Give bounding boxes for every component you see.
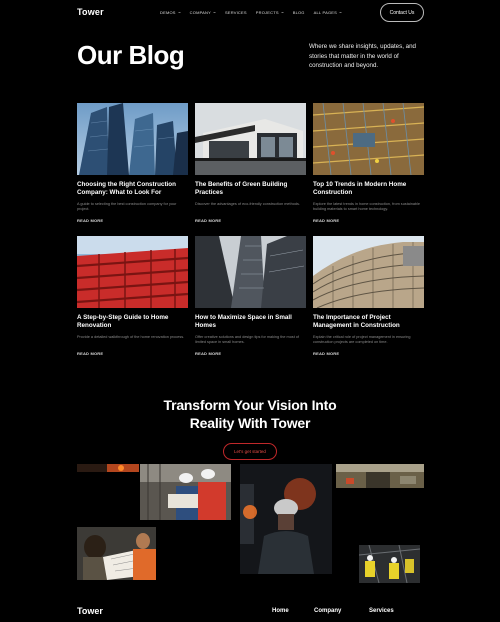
- get-started-button[interactable]: Let's get started: [223, 443, 277, 460]
- blog-card[interactable]: Choosing the Right Construction Company:…: [77, 103, 188, 223]
- post-image-construction-site-aerial[interactable]: [313, 103, 424, 175]
- brand-logo[interactable]: Tower: [77, 7, 104, 17]
- post-excerpt: A guide to selecting the best constructi…: [77, 202, 177, 211]
- contact-us-button[interactable]: Contact Us: [380, 3, 424, 22]
- gallery-image-welding-worker: [240, 464, 332, 574]
- chevron-down-icon: [339, 11, 342, 14]
- menu-label: ALL PAGES: [313, 10, 337, 15]
- hero-description: Where we share insights, updates, and st…: [309, 43, 416, 69]
- chevron-down-icon: [213, 11, 216, 14]
- menu-item-blog[interactable]: BLOG: [293, 10, 305, 15]
- gallery-image-engineers-reviewing-plans: [140, 464, 231, 520]
- gallery-image-architects-at-desk: [77, 527, 156, 580]
- top-navigation: Tower DEMOS COMPANY SERVICES PROJECTS BL…: [77, 0, 424, 24]
- post-image-glass-skyscrapers[interactable]: [77, 103, 188, 175]
- footer-brand[interactable]: Tower: [77, 606, 103, 616]
- gallery-image-workers-yellow-vests: [359, 545, 420, 583]
- post-excerpt: Provide a detailed walkthrough of the ho…: [77, 335, 185, 339]
- post-title[interactable]: The Importance of Project Management in …: [313, 314, 424, 330]
- cta-heading-line: Reality With Tower: [189, 415, 311, 431]
- post-excerpt: Offer creative solutions and design tips…: [195, 335, 299, 344]
- menu-label: DEMOS: [160, 10, 176, 15]
- chevron-down-icon: [177, 11, 181, 14]
- menu-item-projects[interactable]: PROJECTS: [256, 10, 284, 15]
- post-title[interactable]: Top 10 Trends in Modern Home Constructio…: [313, 181, 424, 197]
- blog-card[interactable]: A Step-by-Step Guide to Home Renovation …: [77, 236, 188, 356]
- read-more-link[interactable]: READ MORE: [77, 351, 188, 356]
- post-excerpt: Explain the critical role of project man…: [313, 335, 411, 344]
- read-more-link[interactable]: READ MORE: [77, 218, 188, 223]
- footer-column-home: Home: [272, 608, 289, 614]
- gallery-image-orange-sparks: [77, 464, 139, 472]
- menu-item-company[interactable]: COMPANY: [190, 10, 216, 15]
- page-title: Our Blog: [77, 40, 185, 70]
- post-image-tower-lookup[interactable]: [195, 236, 306, 308]
- read-more-link[interactable]: READ MORE: [195, 218, 306, 223]
- menu-item-services[interactable]: SERVICES: [225, 10, 247, 15]
- blog-card[interactable]: The Benefits of Green Building Practices…: [195, 103, 306, 223]
- menu-item-demos[interactable]: DEMOS: [160, 10, 181, 15]
- blog-card[interactable]: Top 10 Trends in Modern Home Constructio…: [313, 103, 424, 223]
- post-excerpt: Explore the latest trends in home constr…: [313, 202, 421, 211]
- chevron-down-icon: [281, 11, 284, 14]
- footer-column-company: Company: [314, 608, 342, 614]
- blog-card[interactable]: How to Maximize Space in Small Homes Off…: [195, 236, 306, 356]
- read-more-link[interactable]: READ MORE: [313, 218, 424, 223]
- menu-label: PROJECTS: [255, 10, 279, 15]
- post-image-modern-house[interactable]: [195, 103, 306, 175]
- post-excerpt: Discover the advantages of eco-friendly …: [195, 202, 300, 206]
- post-image-red-facade[interactable]: [77, 236, 188, 308]
- read-more-link[interactable]: READ MORE: [195, 351, 306, 356]
- post-title[interactable]: Choosing the Right Construction Company:…: [77, 181, 188, 197]
- cta-heading: Transform Your Vision Into Reality With …: [0, 396, 500, 432]
- post-title[interactable]: A Step-by-Step Guide to Home Renovation: [77, 314, 188, 330]
- blog-card[interactable]: The Importance of Project Management in …: [313, 236, 424, 356]
- read-more-link[interactable]: READ MORE: [313, 351, 424, 356]
- main-menu: DEMOS COMPANY SERVICES PROJECTS BLOG ALL…: [160, 10, 342, 15]
- gallery-image-site-overview: [336, 464, 424, 488]
- menu-label: COMPANY: [189, 10, 211, 15]
- cta-heading-line: Transform Your Vision Into: [163, 397, 337, 413]
- menu-item-all-pages[interactable]: ALL PAGES: [314, 10, 342, 15]
- post-title[interactable]: The Benefits of Green Building Practices: [195, 181, 306, 197]
- post-image-curved-building[interactable]: [313, 236, 424, 308]
- footer-column-services: Services: [369, 608, 394, 614]
- menu-label: BLOG: [292, 10, 305, 15]
- post-title[interactable]: How to Maximize Space in Small Homes: [195, 314, 306, 330]
- menu-label: SERVICES: [225, 10, 247, 15]
